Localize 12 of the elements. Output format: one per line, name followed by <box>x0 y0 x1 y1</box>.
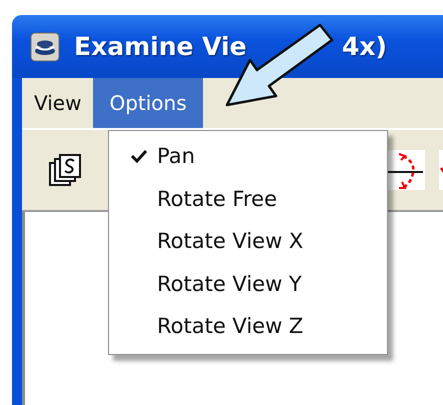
menu-option[interactable]: Rotate View Z <box>109 305 387 348</box>
menu-option[interactable]: Rotate View Y <box>109 262 387 305</box>
window-title: 4x) <box>342 32 387 61</box>
app-icon <box>30 32 60 62</box>
menu-item[interactable]: Options <box>93 78 203 128</box>
menu-option[interactable]: Pan <box>109 135 387 178</box>
menu-item[interactable]: View <box>22 78 94 128</box>
menu-option[interactable]: Rotate Free <box>109 178 387 220</box>
window-title: Examine Vie <box>74 32 247 61</box>
rotate-icon[interactable] <box>385 150 425 190</box>
layers-icon[interactable] <box>48 153 82 187</box>
menu-option[interactable]: Rotate View X <box>109 220 387 262</box>
